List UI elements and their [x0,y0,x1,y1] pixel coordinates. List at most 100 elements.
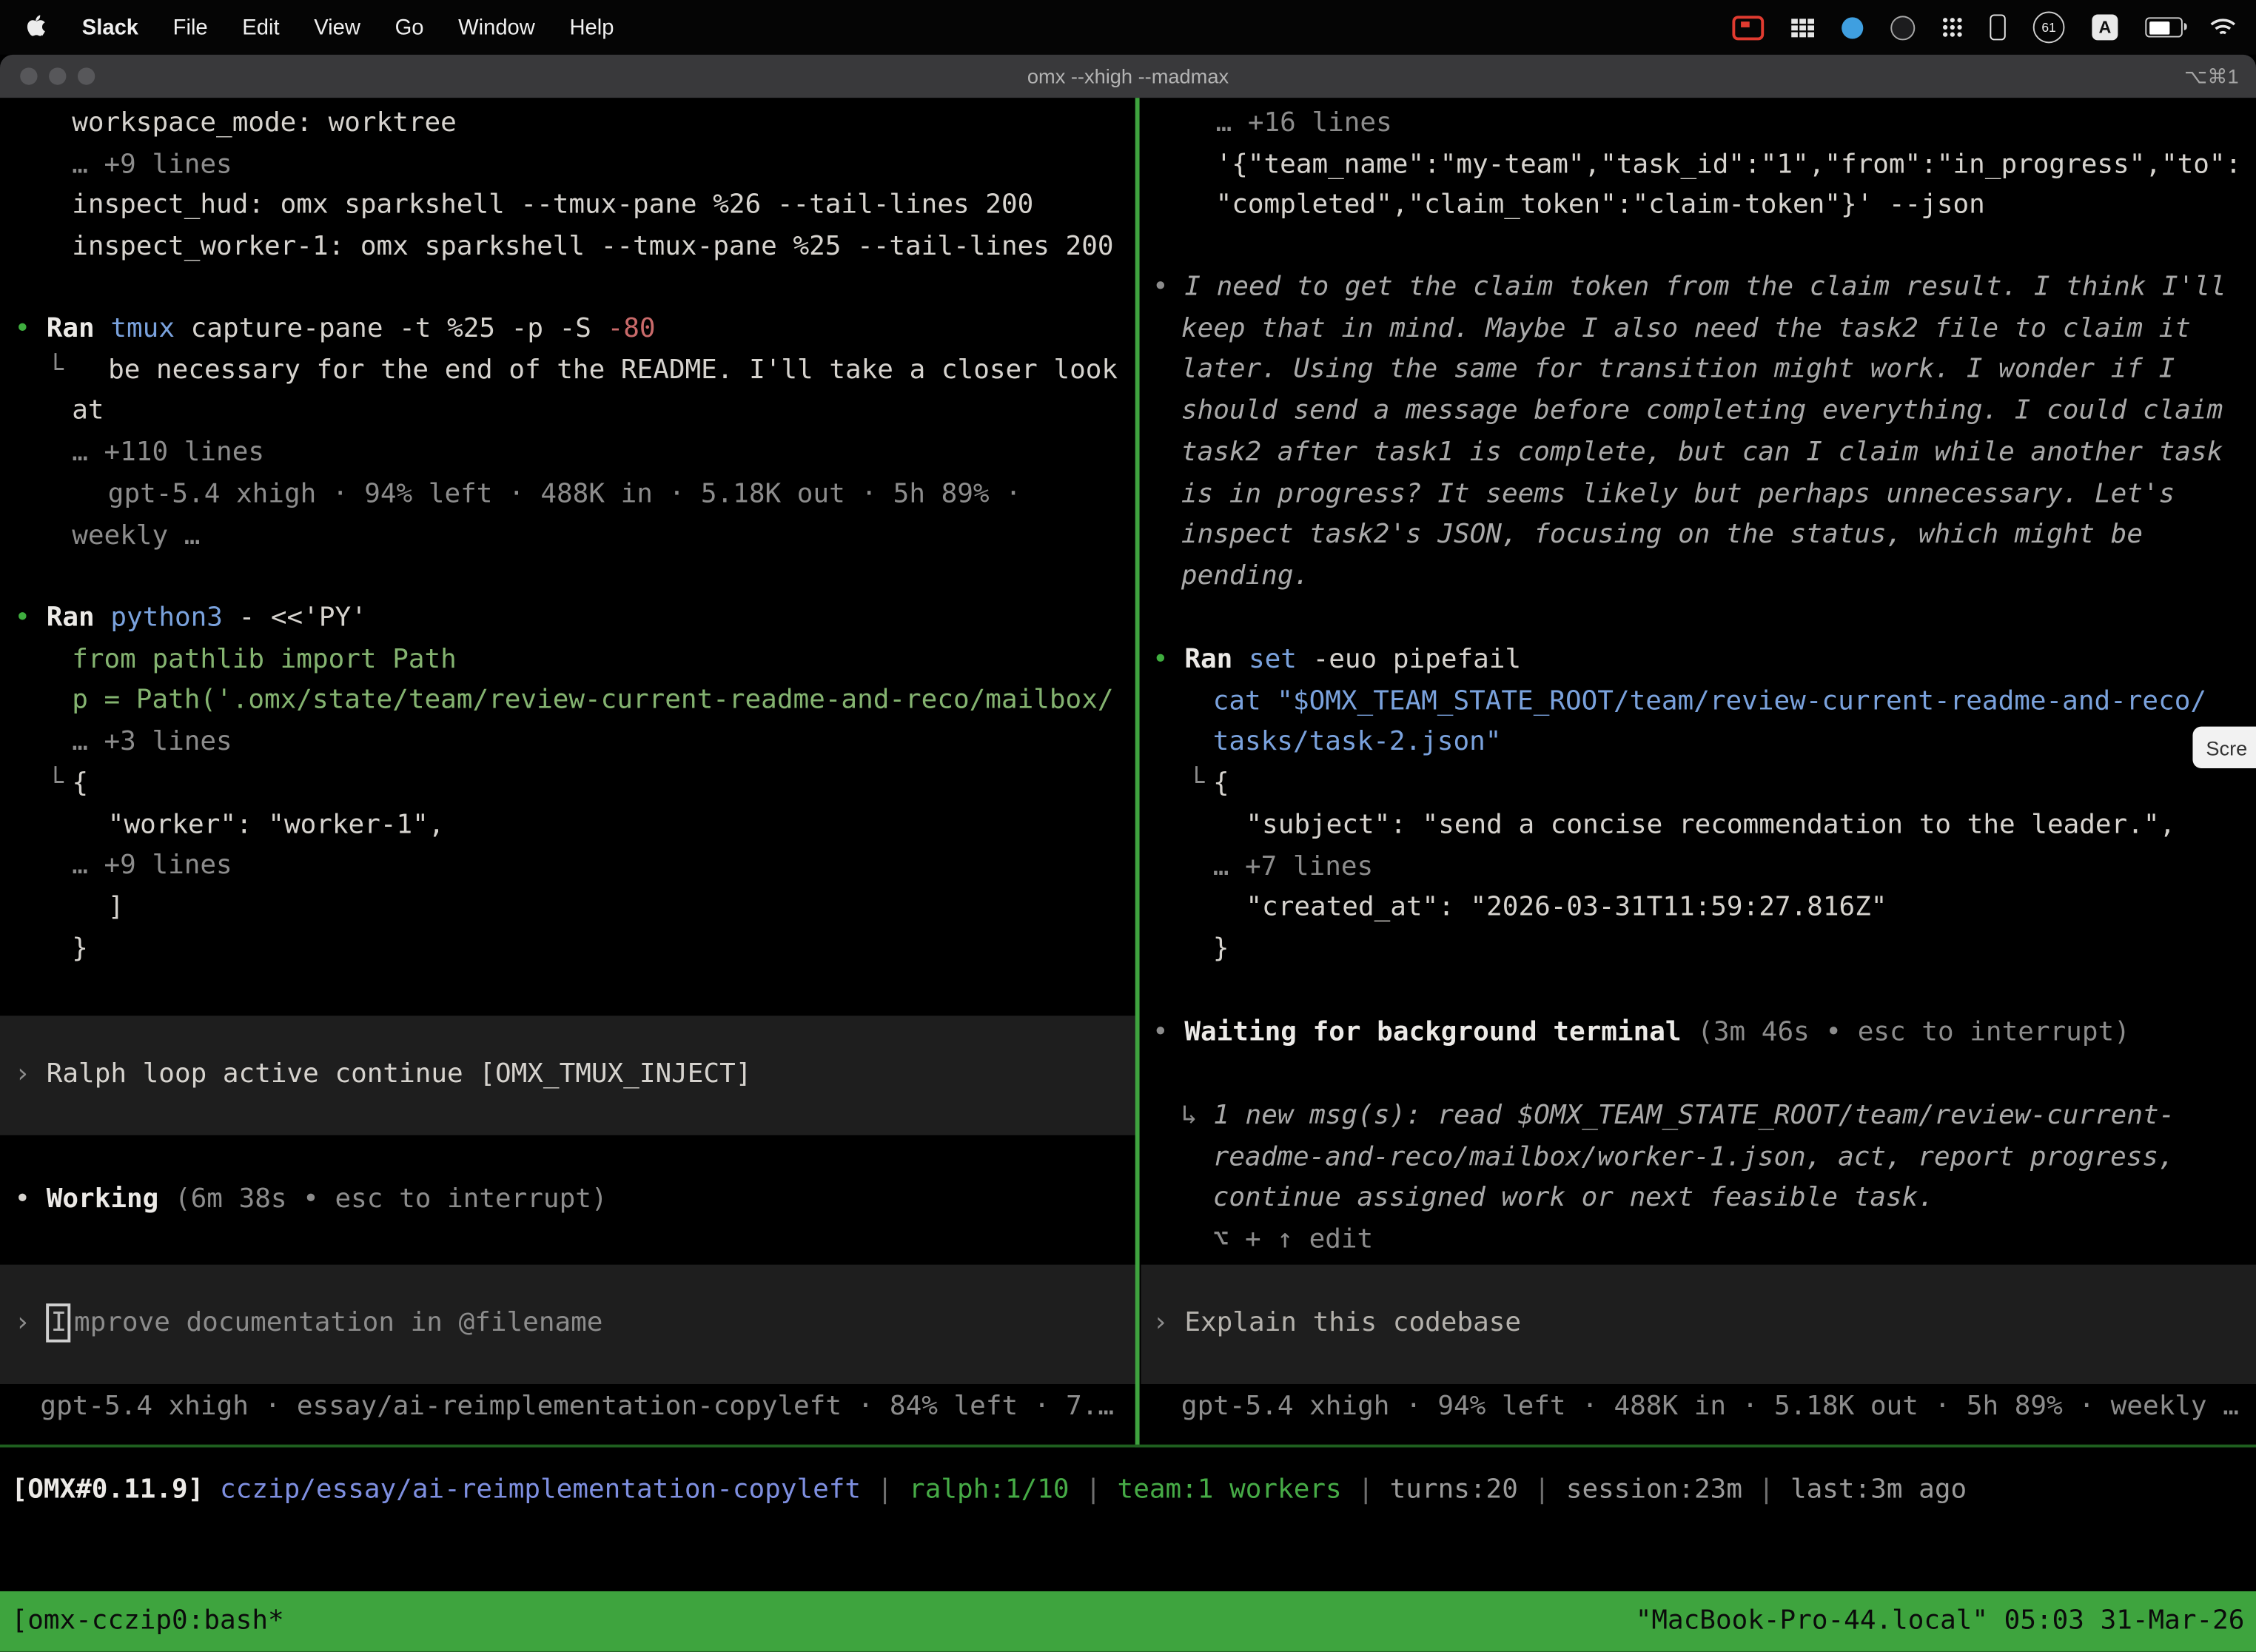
menu-file[interactable]: File [173,15,208,39]
output-line: └{ [1141,764,2256,805]
collapsed-lines: … +16 lines [1141,104,2256,145]
grid-icon[interactable] [1791,18,1814,36]
battery-icon[interactable] [2145,17,2183,37]
output-line: "completed","claim_token":"claim-token"}… [1141,187,2256,228]
apple-menu-icon[interactable] [26,12,47,44]
json-line: "created_at": "2026-03-31T11:59:27.816Z" [1141,888,2256,930]
working-detail: (6m 38s • esc to interrupt) [175,1184,608,1215]
dark-app-icon[interactable] [1890,15,1915,39]
pane-divider[interactable] [1135,98,1140,1447]
menubar-status-icons: 61 A [1732,12,2256,44]
working-label: Working [47,1184,175,1215]
menu-go[interactable]: Go [395,15,424,39]
status-bullet-icon: • [1152,1017,1184,1047]
input-source-icon[interactable]: A [2092,14,2118,40]
output-line: └be necessary for the end of the README.… [0,351,1135,392]
prompt-improve-docs[interactable]: › Improve documentation in @filename [0,1265,1135,1384]
menu-window[interactable]: Window [458,15,535,39]
thinking-text: keep that in mind. Maybe I also need the… [1141,309,2256,350]
prompt-text: › Explain this codebase [1141,1303,2256,1345]
menu-view[interactable]: View [314,15,360,39]
edit-hint: ⌥ + ↑ edit [1141,1220,2256,1262]
menu-help[interactable]: Help [570,15,614,39]
window-titlebar[interactable]: omx --xhigh --madmax ⌥⌘1 [0,55,2256,98]
macos-menubar: Slack File Edit View Go Window Help 61 A [0,0,2256,55]
model-usage-line: gpt-5.4 xhigh · 94% left · 488K in · 5.1… [0,474,1135,516]
ran-label: Ran [47,602,111,633]
chevron-icon: › [1152,1308,1184,1338]
command-name: set [1249,645,1313,675]
output-line: workspace_mode: worktree [0,104,1135,145]
screen-recording-icon[interactable] [1732,15,1764,39]
command-name: tmux [110,314,190,344]
elbow-icon: └ [1189,768,1205,799]
menu-edit[interactable]: Edit [242,15,279,39]
omx-turns: turns:20 [1390,1474,1518,1505]
inject-banner[interactable]: › Ralph loop active continue [OMX_TMUX_I… [0,1015,1135,1135]
thinking-text: pending. [1141,557,2256,598]
ran-set-command: • Ran set -euo pipefail [1141,640,2256,682]
omx-team: team:1 workers [1118,1474,1342,1505]
ran-tmux-block: • Ran tmux capture-pane -t %25 -p -S -80… [0,309,1135,557]
waiting-status: • Waiting for background terminal (3m 46… [1141,1013,2256,1054]
right-output-head: … +16 lines '{"team_name":"my-team","tas… [1141,104,2256,227]
ran-tmux-command: • Ran tmux capture-pane -t %25 -p -S -80 [0,309,1135,351]
thinking-bullet-icon: • [1152,272,1184,302]
menubar-menus: Slack File Edit View Go Window Help [0,12,614,44]
output-line: └{ [0,764,1135,805]
elbow-icon: └ [47,355,64,386]
thinking-text: later. Using the same for transition mig… [1141,350,2256,392]
output-line: at [0,392,1135,434]
thinking-text: is in progress? It seems likely but perh… [1141,474,2256,516]
battery-percent-icon[interactable]: 61 [2033,12,2065,44]
output-line: inspect_worker-1: omx sparkshell --tmux-… [0,227,1135,269]
thinking-block: • I need to get the claim token from the… [1141,268,2256,598]
mailbox-note-text: readme-and-reco/mailbox/worker-1.json, a… [1141,1138,2256,1179]
inject-banner-text: › Ralph loop active continue [OMX_TMUX_I… [0,1055,1135,1096]
json-line: "worker": "worker-1", [0,805,1135,847]
model-status-left: gpt-5.4 xhigh · essay/ai-reimplementatio… [0,1387,1135,1428]
blue-app-icon[interactable] [1842,16,1863,38]
wifi-icon[interactable] [2210,17,2236,37]
json-line: "subject": "send a concise recommendatio… [1141,805,2256,847]
dots-grid-icon[interactable] [1942,17,1962,37]
notification-popup[interactable]: Scre [2193,727,2256,768]
code-line: cat "$OMX_TEAM_STATE_ROOT/team/review-cu… [1141,682,2256,723]
ran-python-command: • Ran python3 - <<'PY' [0,599,1135,640]
omx-version: [OMX#0.11.9] [12,1474,204,1505]
tmux-host-clock: "MacBook-Pro-44.local" 05:03 31-Mar-26 [1636,1591,2245,1652]
run-bullet-icon: • [14,314,46,344]
code-line: p = Path('.omx/state/team/review-current… [0,681,1135,722]
command-args: - <<'PY' [239,602,367,633]
thinking-text: I need to get the claim token from the c… [1184,272,2226,302]
text-cursor: I [47,1303,71,1342]
elbow-icon: └ [47,768,64,799]
waiting-label: Waiting for background terminal [1184,1017,1697,1047]
json-line: } [0,929,1135,970]
run-bullet-icon: • [14,602,46,633]
menu-app-name[interactable]: Slack [82,15,138,39]
return-arrow-icon: ↳ [1181,1101,1213,1131]
code-line: tasks/task-2.json" [1141,723,2256,765]
prompt-explain-codebase[interactable]: › Explain this codebase [1141,1265,2256,1384]
tmux-status-bar: [omx-cczip0:bash* "MacBook-Pro-44.local"… [0,1591,2256,1652]
thinking-text: task2 after task1 is complete, but can I… [1141,433,2256,474]
status-bullet-icon: • [14,1184,46,1215]
thinking-text: inspect task2's JSON, focusing on the st… [1141,515,2256,557]
output-line: '{"team_name":"my-team","task_id":"1","f… [1141,145,2256,187]
omx-ralph: ralph:1/10 [909,1474,1070,1505]
waiting-detail: (3m 46s • esc to interrupt) [1697,1017,2130,1047]
output-line: inspect_hud: omx sparkshell --tmux-pane … [0,187,1135,228]
ran-label: Ran [47,314,111,344]
working-status: • Working (6m 38s • esc to interrupt) [0,1180,1135,1221]
omx-last: last:3m ago [1790,1474,1967,1505]
window-title: omx --xhigh --madmax [0,55,2256,98]
bottom-divider [0,1445,2256,1448]
collapsed-lines: … +110 lines [0,433,1135,474]
chevron-icon: › [14,1308,46,1338]
ran-python-block: • Ran python3 - <<'PY' from pathlib impo… [0,599,1135,970]
screen: Slack File Edit View Go Window Help 61 A [0,0,2256,1652]
collapsed-lines: … +3 lines [0,722,1135,764]
device-icon[interactable] [1990,14,2005,40]
ran-label: Ran [1184,645,1249,675]
